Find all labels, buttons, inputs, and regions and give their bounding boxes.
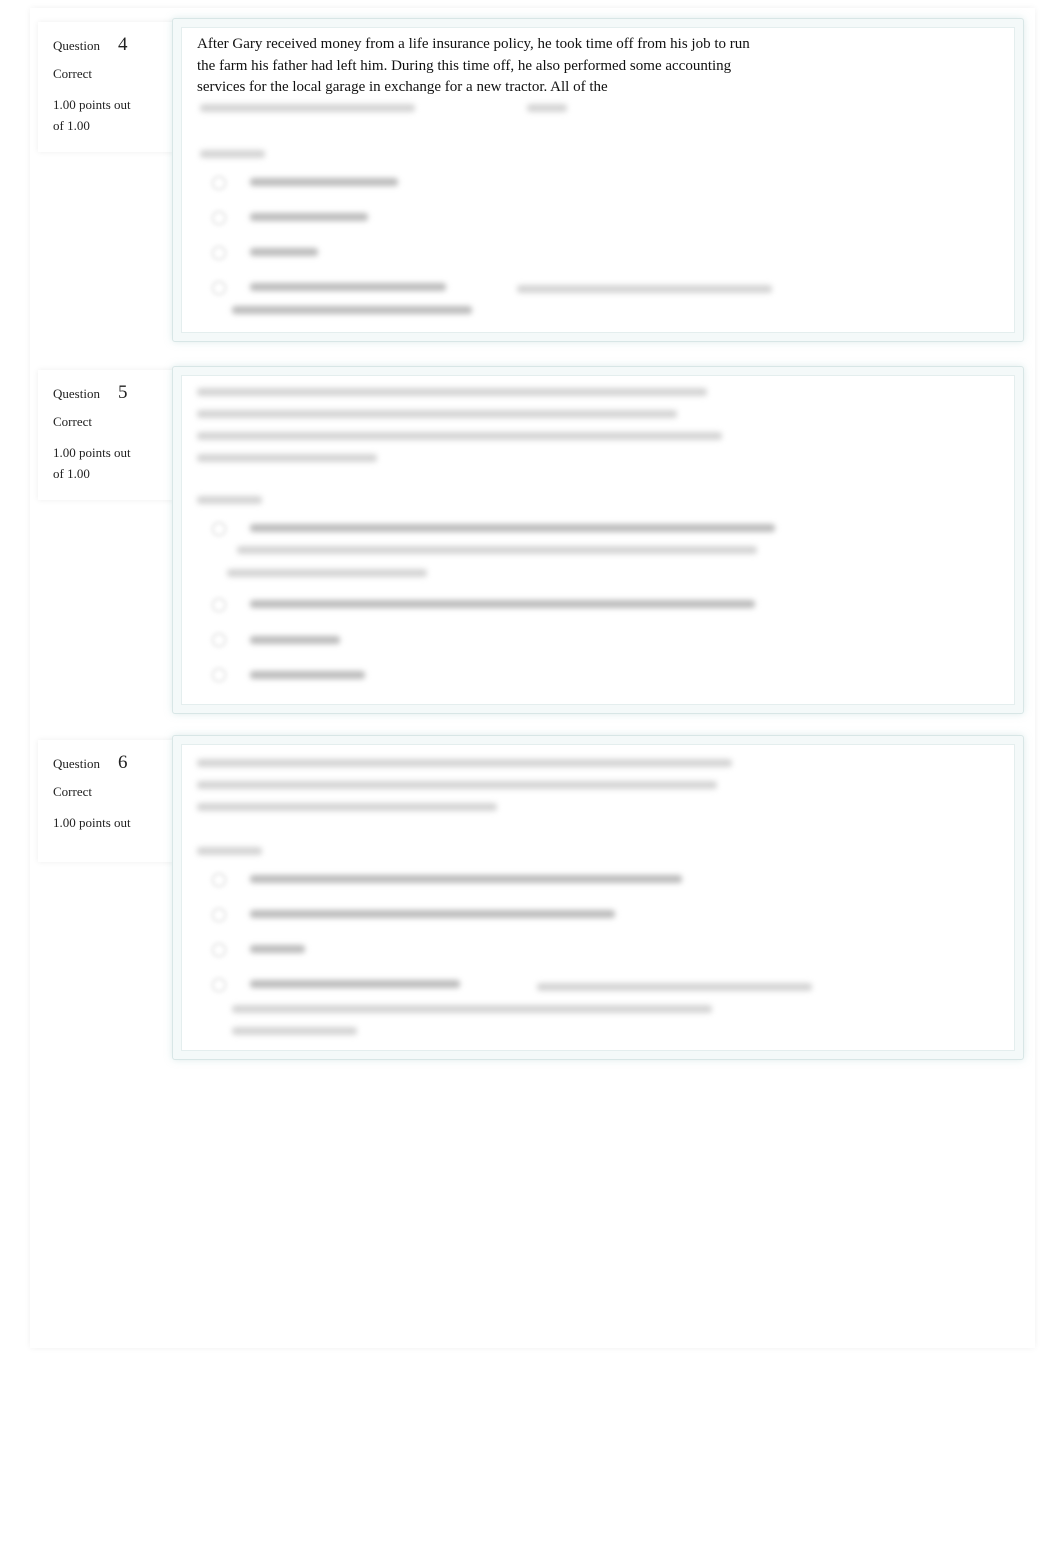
answer-radio[interactable] [212,176,226,190]
question-content-5 [172,366,1024,714]
answer-radio[interactable] [212,943,226,957]
question-label: Question [53,386,100,401]
question-status: Correct [53,66,92,81]
question-content-6 [172,735,1024,1060]
question-label: Question [53,38,100,53]
answer-radio[interactable] [212,633,226,647]
question-number: 4 [117,34,128,55]
answer-radio[interactable] [212,873,226,887]
question-number: 6 [117,752,128,773]
question-status: Correct [53,784,92,799]
answer-radio[interactable] [212,211,226,225]
question-number: 5 [117,382,128,403]
answer-radio[interactable] [212,522,226,536]
question-info-6: Question 6 Correct 1.00 points out [38,740,178,862]
answer-radio[interactable] [212,246,226,260]
question-text: After Gary received money from a life in… [197,36,750,95]
answer-radio[interactable] [212,281,226,295]
question-points: 1.00 points out [53,815,131,830]
question-info-4: Question 4 Correct 1.00 points out of 1.0… [38,22,178,152]
question-label: Question [53,756,100,771]
answer-radio[interactable] [212,908,226,922]
answer-radio[interactable] [212,978,226,992]
question-info-5: Question 5 Correct 1.00 points out of 1.0… [38,370,178,500]
answer-radio[interactable] [212,598,226,612]
question-points: 1.00 points out of 1.00 [53,445,131,481]
answer-radio[interactable] [212,668,226,682]
question-points: 1.00 points out of 1.00 [53,97,131,133]
question-status: Correct [53,414,92,429]
question-content-4: After Gary received money from a life in… [172,18,1024,342]
